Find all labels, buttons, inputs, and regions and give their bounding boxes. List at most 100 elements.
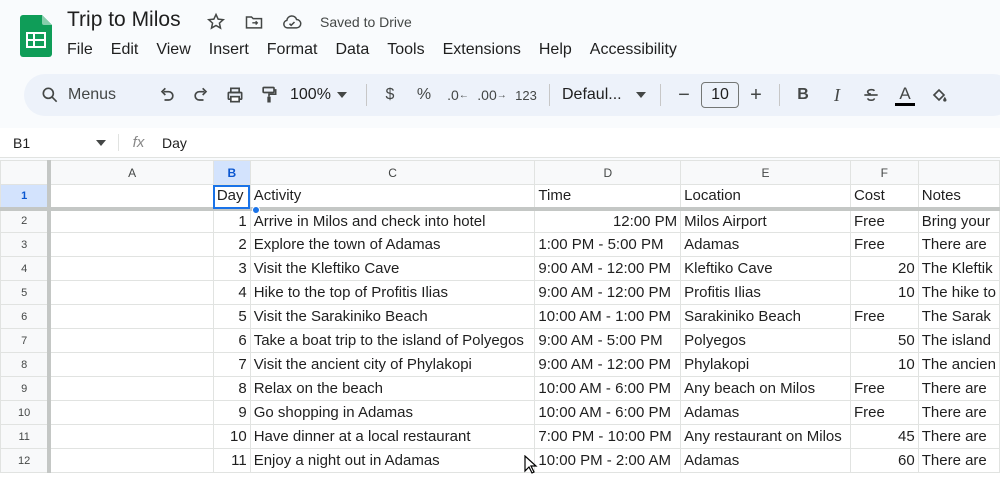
cell-activity[interactable]: Explore the town of Adamas <box>249 232 536 257</box>
document-title[interactable]: Trip to Milos <box>67 8 181 32</box>
menu-edit[interactable]: Edit <box>102 39 148 61</box>
cell-cost[interactable]: Free <box>849 376 919 401</box>
move-to-folder-icon[interactable] <box>242 10 266 34</box>
row-header[interactable]: 9 <box>0 376 52 401</box>
currency-format-button[interactable]: $ <box>375 80 405 110</box>
menu-extensions[interactable]: Extensions <box>434 39 530 61</box>
column-header-e[interactable]: E <box>680 160 851 185</box>
cell-activity[interactable]: Go shopping in Adamas <box>249 400 536 425</box>
cell-notes[interactable]: The ancien <box>917 352 1000 377</box>
cell-day[interactable]: 2 <box>212 232 251 257</box>
cell[interactable]: Activity <box>249 184 536 211</box>
cell-time[interactable]: 10:00 AM - 6:00 PM <box>534 400 682 425</box>
cell-cost[interactable]: 45 <box>849 424 919 449</box>
row-header[interactable]: 11 <box>0 424 52 449</box>
cell-location[interactable]: Polyegos <box>680 328 851 353</box>
cell-time[interactable]: 1:00 PM - 5:00 PM <box>534 232 682 257</box>
cell[interactable]: Cost <box>849 184 919 211</box>
cell-activity[interactable]: Have dinner at a local restaurant <box>249 424 536 449</box>
print-icon[interactable] <box>220 80 250 110</box>
fill-color-icon[interactable] <box>924 80 954 110</box>
cell-location[interactable]: Profitis Ilias <box>680 280 851 305</box>
cell-notes[interactable]: The Sarak <box>917 304 1000 329</box>
menu-tools[interactable]: Tools <box>378 39 433 61</box>
cell-b1-selected[interactable]: Day <box>212 184 251 211</box>
cell-location[interactable]: Phylakopi <box>680 352 851 377</box>
cell-cost[interactable]: 20 <box>849 256 919 281</box>
cell-cost[interactable]: Free <box>849 400 919 425</box>
cell-activity[interactable]: Visit the Sarakiniko Beach <box>249 304 536 329</box>
cell-day[interactable]: 6 <box>212 328 251 353</box>
undo-icon[interactable] <box>152 80 182 110</box>
select-all-corner[interactable] <box>0 160 52 185</box>
row-header[interactable]: 12 <box>0 448 52 473</box>
cell-location[interactable]: Adamas <box>680 232 851 257</box>
decrease-font-size-button[interactable]: − <box>669 80 699 110</box>
menu-accessibility[interactable]: Accessibility <box>581 39 686 61</box>
menu-help[interactable]: Help <box>530 39 581 61</box>
cloud-saved-icon[interactable] <box>280 10 304 34</box>
row-header[interactable]: 4 <box>0 256 52 281</box>
italic-button[interactable]: I <box>822 80 852 110</box>
cell-notes[interactable]: There are <box>917 424 1000 449</box>
zoom-select[interactable]: 100% <box>286 86 360 104</box>
cell[interactable] <box>48 232 214 257</box>
font-select[interactable]: Defaul... <box>556 86 654 104</box>
text-color-button[interactable]: A <box>890 80 920 110</box>
cell[interactable]: Location <box>680 184 851 211</box>
cell-location[interactable]: Any restaurant on Milos <box>680 424 851 449</box>
cell-notes[interactable]: There are <box>917 448 1000 473</box>
cell-location[interactable]: Milos Airport <box>680 208 851 233</box>
cell[interactable]: Notes <box>917 184 1000 211</box>
cell-notes[interactable]: The island <box>917 328 1000 353</box>
cell[interactable] <box>48 304 214 329</box>
search-menus[interactable]: Menus <box>32 78 150 112</box>
column-header-b[interactable]: B <box>212 160 251 185</box>
cell-time[interactable]: 10:00 PM - 2:00 AM <box>534 448 682 473</box>
row-header[interactable]: 1 <box>0 184 52 211</box>
sheets-logo-icon[interactable] <box>20 15 52 57</box>
cell-time[interactable]: 9:00 AM - 12:00 PM <box>534 280 682 305</box>
cell-location[interactable]: Any beach on Milos <box>680 376 851 401</box>
row-header[interactable]: 8 <box>0 352 52 377</box>
percent-format-button[interactable]: % <box>409 80 439 110</box>
cell-time[interactable]: 7:00 PM - 10:00 PM <box>534 424 682 449</box>
paint-format-icon[interactable] <box>254 80 284 110</box>
cell[interactable] <box>48 208 214 233</box>
cell[interactable] <box>48 256 214 281</box>
cell-cost[interactable]: 50 <box>849 328 919 353</box>
cell-day[interactable]: 5 <box>212 304 251 329</box>
cell-day[interactable]: 10 <box>212 424 251 449</box>
cell-notes[interactable]: There are <box>917 232 1000 257</box>
row-header[interactable]: 2 <box>0 208 52 233</box>
font-size-input[interactable]: 10 <box>701 82 739 108</box>
row-header[interactable]: 7 <box>0 328 52 353</box>
cell-activity[interactable]: Relax on the beach <box>249 376 536 401</box>
cell-activity[interactable]: Take a boat trip to the island of Polyeg… <box>249 328 536 353</box>
cell[interactable] <box>48 280 214 305</box>
cell[interactable] <box>48 352 214 377</box>
cell-time[interactable]: 12:00 PM <box>534 208 682 233</box>
strikethrough-icon[interactable] <box>856 80 886 110</box>
cell-activity[interactable]: Arrive in Milos and check into hotel <box>249 208 536 233</box>
cell-activity[interactable]: Visit the ancient city of Phylakopi <box>249 352 536 377</box>
cell-location[interactable]: Adamas <box>680 448 851 473</box>
cell[interactable] <box>48 328 214 353</box>
column-header-c[interactable]: C <box>249 160 536 185</box>
cell-location[interactable]: Sarakiniko Beach <box>680 304 851 329</box>
column-header-d[interactable]: D <box>534 160 682 185</box>
selection-fill-handle[interactable] <box>252 206 260 214</box>
row-header[interactable]: 10 <box>0 400 52 425</box>
cell-time[interactable]: 10:00 AM - 6:00 PM <box>534 376 682 401</box>
cell-time[interactable]: 9:00 AM - 12:00 PM <box>534 256 682 281</box>
row-header[interactable]: 3 <box>0 232 52 257</box>
cell[interactable] <box>48 424 214 449</box>
cell[interactable] <box>48 448 214 473</box>
cell-cost[interactable]: Free <box>849 304 919 329</box>
menu-insert[interactable]: Insert <box>200 39 258 61</box>
cell[interactable] <box>48 400 214 425</box>
cell-notes[interactable]: There are <box>917 400 1000 425</box>
column-header-a[interactable]: A <box>48 160 214 185</box>
column-header-f[interactable]: F <box>849 160 919 185</box>
cell-day[interactable]: 8 <box>212 376 251 401</box>
